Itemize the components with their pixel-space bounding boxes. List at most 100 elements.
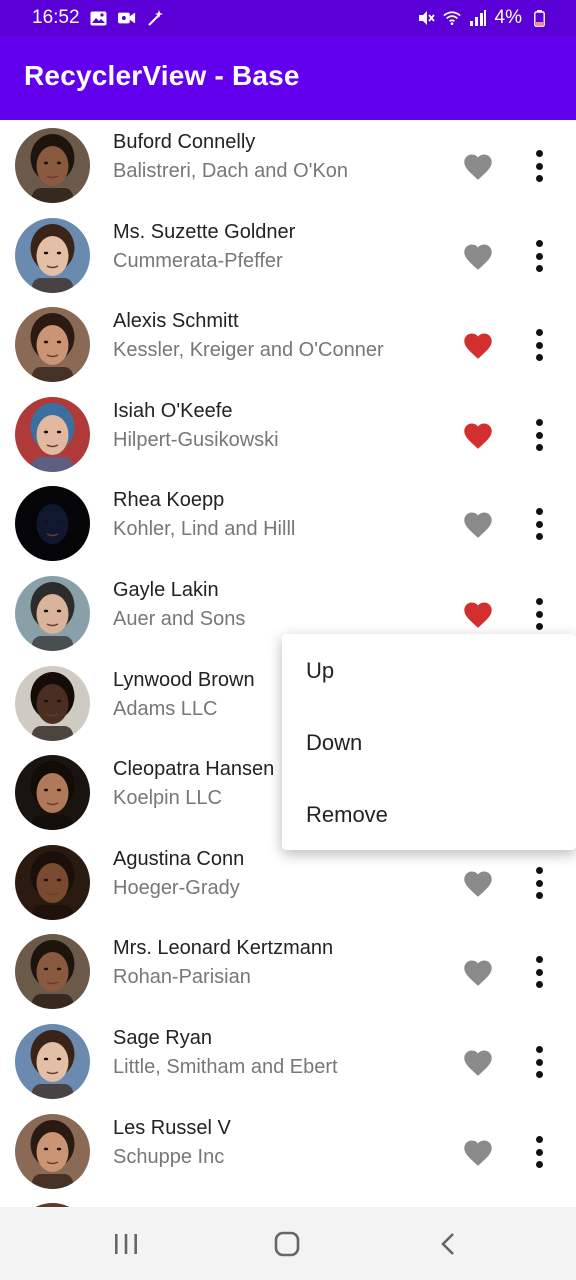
status-right: 4%	[417, 0, 548, 36]
more-dot	[535, 329, 543, 336]
item-name: Lynwood Brown	[113, 669, 255, 691]
home-icon[interactable]	[273, 1231, 301, 1257]
avatar	[15, 307, 90, 382]
avatar	[15, 755, 90, 830]
list-item[interactable]: Buford Connelly Balistreri, Dach and O'Ko…	[0, 120, 576, 210]
battery-icon	[530, 9, 548, 27]
more-dot	[535, 1161, 543, 1168]
more-options-icon[interactable]	[524, 240, 554, 272]
signal-icon	[469, 9, 487, 27]
list-item[interactable]: Sage Ryan Little, Smitham and Ebert	[0, 1016, 576, 1106]
more-options-icon[interactable]	[524, 1136, 554, 1168]
more-options-icon[interactable]	[524, 150, 554, 182]
heart-icon[interactable]	[462, 1137, 494, 1167]
heart-icon[interactable]	[462, 330, 494, 360]
item-company: Hoeger-Grady	[113, 877, 240, 899]
item-name: Mrs. Leonard Kertzmann	[113, 937, 334, 959]
more-dot	[535, 610, 543, 618]
avatar	[15, 934, 90, 1009]
item-name: Rhea Koepp	[113, 489, 225, 511]
avatar	[15, 397, 90, 472]
back-icon[interactable]	[436, 1231, 460, 1257]
list-item[interactable]: Agustina Conn Hoeger-Grady	[0, 837, 576, 927]
video-icon	[117, 9, 136, 27]
more-dot	[535, 1136, 543, 1143]
item-company: Cummerata-Pfeffer	[113, 250, 283, 272]
more-dot	[535, 150, 543, 157]
status-time: 16:52	[32, 7, 80, 28]
item-name: Cleopatra Hansen	[113, 758, 275, 780]
heart-icon[interactable]	[462, 241, 494, 271]
avatar	[15, 128, 90, 203]
avatar	[15, 845, 90, 920]
more-options-icon[interactable]	[524, 329, 554, 361]
more-dot	[535, 1046, 543, 1053]
heart-icon[interactable]	[462, 957, 494, 987]
more-dot	[535, 508, 543, 515]
item-name: Agustina Conn	[113, 848, 245, 870]
item-company: Little, Smitham and Ebert	[113, 1056, 338, 1078]
more-options-icon[interactable]	[524, 598, 554, 630]
item-company: Adams LLC	[113, 698, 218, 720]
more-dot	[535, 879, 543, 887]
more-options-icon[interactable]	[524, 508, 554, 540]
list-item[interactable]: Ms. Suzette Goldner Cummerata-Pfeffer	[0, 210, 576, 300]
item-name: Sage Ryan	[113, 1027, 212, 1049]
more-options-icon[interactable]	[524, 419, 554, 451]
list-item[interactable]: Alexis Schmitt Kessler, Kreiger and O'Con…	[0, 299, 576, 389]
list-item[interactable]: Les Russel V Schuppe Inc	[0, 1106, 576, 1196]
list-item[interactable]: Rhea Koepp Kohler, Lind and Hilll	[0, 478, 576, 568]
item-name: Les Russel V	[113, 1117, 231, 1139]
item-name: Buford Connelly	[113, 131, 256, 153]
battery-percent: 4%	[494, 7, 522, 28]
heart-icon[interactable]	[462, 599, 494, 629]
item-company: Koelpin LLC	[113, 787, 222, 809]
more-options-icon[interactable]	[524, 956, 554, 988]
more-dot	[535, 341, 543, 349]
more-options-icon[interactable]	[524, 867, 554, 899]
more-dot	[535, 175, 543, 182]
heart-icon[interactable]	[462, 420, 494, 450]
item-name: Alexis Schmitt	[113, 310, 239, 332]
list-item[interactable]: Mrs. Leonard Kertzmann Rohan-Parisian	[0, 926, 576, 1016]
status-left: 16:52	[32, 0, 164, 36]
more-dot	[535, 598, 543, 605]
more-dot	[535, 240, 543, 247]
menu-item-remove[interactable]: Remove	[306, 802, 388, 828]
gallery-icon	[90, 9, 108, 27]
more-dot	[535, 892, 543, 899]
list-item-partial	[0, 1195, 576, 1207]
app-title: RecyclerView - Base	[24, 60, 300, 91]
heart-icon[interactable]	[462, 868, 494, 898]
item-company: Auer and Sons	[113, 608, 246, 630]
more-dot	[535, 252, 543, 260]
more-dot	[535, 968, 543, 976]
more-dot	[535, 1148, 543, 1156]
heart-icon[interactable]	[462, 151, 494, 181]
avatar	[15, 218, 90, 293]
heart-icon[interactable]	[462, 1047, 494, 1077]
popup-menu: Up Down Remove	[282, 634, 576, 850]
status-bar: 16:52 4%	[0, 0, 576, 36]
more-options-icon[interactable]	[524, 1046, 554, 1078]
recent-apps-icon[interactable]	[112, 1232, 140, 1256]
more-dot	[535, 867, 543, 874]
more-dot	[535, 956, 543, 963]
avatar	[15, 576, 90, 651]
avatar	[15, 1114, 90, 1189]
more-dot	[535, 623, 543, 630]
item-name: Gayle Lakin	[113, 579, 219, 601]
menu-item-up[interactable]: Up	[306, 658, 334, 684]
more-dot	[535, 533, 543, 540]
list-item[interactable]: Isiah O'Keefe Hilpert-Gusikowski	[0, 389, 576, 479]
wifi-icon	[442, 9, 461, 27]
item-name: Ms. Suzette Goldner	[113, 221, 296, 243]
item-company: Balistreri, Dach and O'Kon	[113, 160, 349, 182]
more-dot	[535, 1071, 543, 1078]
item-company: Schuppe Inc	[113, 1146, 225, 1168]
more-dot	[535, 419, 543, 426]
item-company: Kessler, Kreiger and O'Conner	[113, 339, 384, 361]
more-dot	[535, 444, 543, 451]
heart-icon[interactable]	[462, 509, 494, 539]
menu-item-down[interactable]: Down	[306, 730, 362, 756]
